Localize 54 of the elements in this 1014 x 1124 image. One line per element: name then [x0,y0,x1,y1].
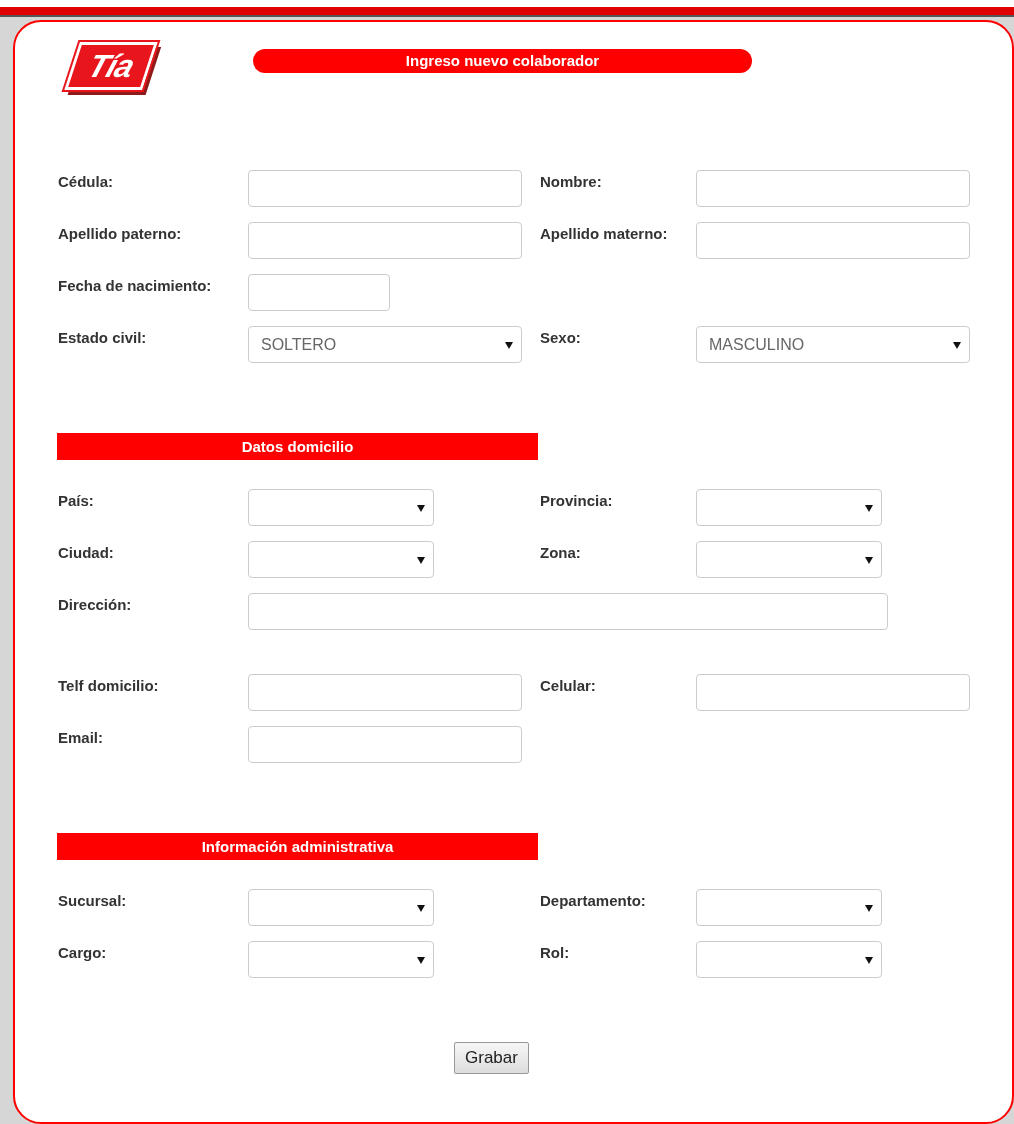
caret-icon [417,955,425,964]
field-label: Nombre: [540,172,603,192]
text-field[interactable] [696,170,970,207]
field-label: Fecha de nacimiento: [58,276,213,296]
field-label: Sexo: [540,328,582,348]
select-field[interactable] [248,889,434,926]
select-field[interactable] [248,941,434,978]
caret-icon [417,503,425,512]
text-field[interactable] [248,222,522,259]
select-field[interactable] [696,541,882,578]
caret-icon [417,555,425,564]
caret-icon [865,903,873,912]
section-heading: Datos domicilio [57,433,538,460]
select-field[interactable] [248,541,434,578]
field-label: Email: [58,728,104,748]
field-label: Provincia: [540,491,614,511]
save-button[interactable]: Grabar [454,1042,529,1074]
text-field[interactable] [248,170,522,207]
field-label: Rol: [540,943,571,963]
caret-icon [865,503,873,512]
select-value: SOLTERO [261,335,337,354]
select-value: MASCULINO [709,335,805,354]
field-label: Apellido paterno: [58,224,183,244]
text-field[interactable] [248,726,522,763]
field-label: País: [58,491,95,511]
text-field[interactable] [696,222,970,259]
text-field[interactable] [696,674,970,711]
field-label: Telf domicilio: [58,676,160,696]
field-label: Estado civil: [58,328,148,348]
field-label: Dirección: [58,595,133,615]
text-field[interactable] [248,674,522,711]
field-label: Celular: [540,676,597,696]
caret-icon [417,903,425,912]
field-label: Zona: [540,543,582,563]
select-field[interactable] [248,489,434,526]
caret-icon [865,955,873,964]
field-label: Departamento: [540,891,647,911]
form-title: Ingreso nuevo colaborador [253,49,752,73]
caret-icon [505,340,513,349]
select-field[interactable]: SOLTERO [248,326,522,363]
select-field[interactable] [696,941,882,978]
caret-icon [865,555,873,564]
select-field[interactable]: MASCULINO [696,326,970,363]
caret-icon [953,340,961,349]
select-field[interactable] [696,889,882,926]
section-heading: Información administrativa [57,833,538,860]
address-field[interactable] [248,593,888,630]
field-label: Sucursal: [58,891,128,911]
field-label: Ciudad: [58,543,115,563]
select-field[interactable] [696,489,882,526]
date-field[interactable] [248,274,390,311]
field-label: Cédula: [58,172,114,192]
field-label: Cargo: [58,943,108,963]
field-label: Apellido materno: [540,224,669,244]
